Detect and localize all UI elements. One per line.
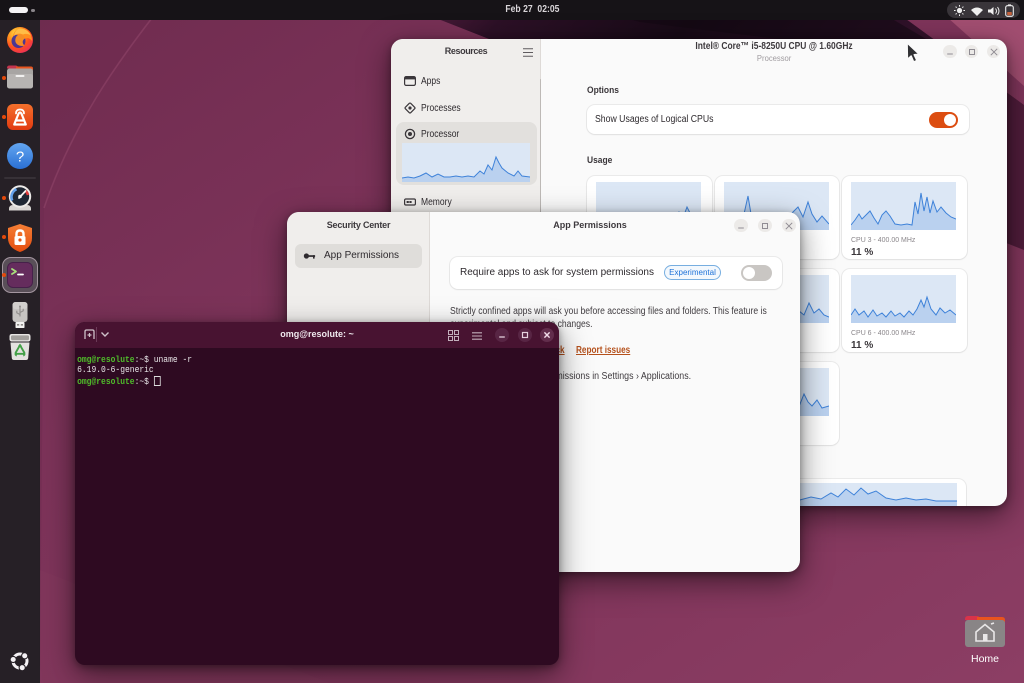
svg-text:?: ? [16, 149, 24, 166]
